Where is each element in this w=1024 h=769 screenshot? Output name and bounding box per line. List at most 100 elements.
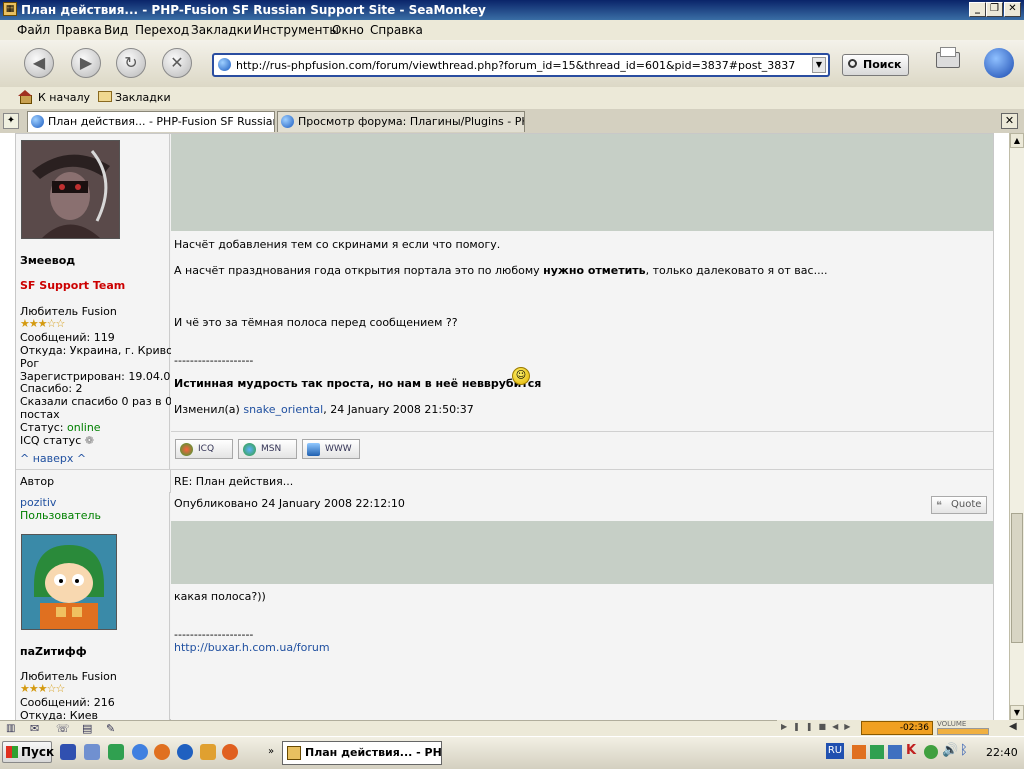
close-button[interactable]: ✕: [1004, 2, 1021, 17]
url-input[interactable]: [236, 56, 806, 74]
maximize-button[interactable]: ❐: [986, 2, 1003, 17]
bookmarks-link[interactable]: Закладки: [115, 91, 171, 104]
page-scrollbar[interactable]: ▲ ▼: [1009, 133, 1024, 720]
tray-k-icon[interactable]: K: [906, 743, 916, 758]
post1-location: Откуда: Украина, г. Кривой: [20, 344, 180, 357]
volume-slider[interactable]: [937, 728, 989, 735]
app-quicklaunch-icon[interactable]: [108, 744, 124, 760]
ie-quicklaunch-icon[interactable]: [132, 744, 148, 760]
edited-user-link[interactable]: snake_oriental: [243, 403, 323, 416]
post1-author-name[interactable]: Змеевод: [20, 254, 75, 267]
media-expand-icon[interactable]: ◀: [1009, 721, 1017, 732]
quote-button[interactable]: ❝ Quote: [931, 496, 987, 514]
media-quicklaunch-icon[interactable]: [222, 744, 238, 760]
scroll-down-button[interactable]: ▼: [1010, 705, 1024, 720]
post2-messages: Сообщений: 216: [20, 696, 115, 709]
menu-tools[interactable]: Инструменты: [253, 23, 339, 37]
arrow-left-icon: ◀: [32, 53, 46, 72]
menu-file[interactable]: Файл: [17, 23, 50, 37]
search-label: Поиск: [863, 58, 902, 71]
tray-media-icon[interactable]: [852, 745, 866, 759]
taskbar-item-browser[interactable]: План действия... - PH...: [282, 741, 442, 765]
msn-icon: [243, 443, 256, 456]
post2-author-name[interactable]: pozitiv: [20, 496, 56, 509]
post2-signature-separator: --------------------: [174, 628, 254, 641]
post2-text-line1: какая полоса?)): [174, 590, 266, 603]
tab-forum-plugins[interactable]: Просмотр форума: Плагины/Plugins - PHP-.…: [277, 111, 525, 132]
title-bar[interactable]: ▦ План действия... - PHP-Fusion SF Russi…: [0, 0, 1024, 20]
tab-active[interactable]: План действия... - PHP-Fusion SF Russian…: [27, 111, 275, 132]
save-quicklaunch-icon[interactable]: [60, 744, 76, 760]
post2-role: Пользователь: [20, 509, 102, 522]
windows-logo-icon: [6, 746, 18, 758]
msn-button[interactable]: MSN: [238, 439, 297, 459]
line2-post: , только далековато я от вас....: [645, 264, 828, 277]
tray-bluetooth-icon[interactable]: ᛒ: [960, 743, 968, 758]
icq-flower-icon: ❁: [84, 434, 94, 447]
edited-prefix: Изменил(а): [174, 403, 244, 416]
quicklaunch-expand-icon[interactable]: »: [268, 746, 274, 757]
home-link[interactable]: К началу: [38, 91, 90, 104]
quote-icon: ❝: [936, 499, 942, 512]
menu-edit[interactable]: Правка: [56, 23, 102, 37]
post1-text-line1: Насчёт добавления тем со скринами я если…: [174, 238, 501, 251]
scroll-up-button[interactable]: ▲: [1010, 133, 1024, 148]
app-icon: [287, 746, 301, 760]
forum-thread: Змеевод SF Support Team Любитель Fusion …: [15, 133, 994, 720]
tray-app-icon[interactable]: [870, 745, 884, 759]
seamonkey-throbber-icon[interactable]: [984, 48, 1014, 78]
language-indicator[interactable]: RU: [826, 743, 844, 759]
url-bar[interactable]: ▼: [212, 53, 830, 77]
new-tab-button[interactable]: ✦: [3, 113, 19, 129]
recycle-quicklaunch-icon[interactable]: [84, 744, 100, 760]
avatar-image: [22, 535, 116, 629]
seamonkey-quicklaunch-icon[interactable]: [177, 744, 193, 760]
page-content: Змеевод SF Support Team Любитель Fusion …: [0, 133, 1009, 720]
menu-help[interactable]: Справка: [370, 23, 423, 37]
minimize-button[interactable]: _: [969, 2, 986, 17]
post1-location-cont: Рог: [20, 357, 40, 370]
messenger-quicklaunch-icon[interactable]: [200, 744, 216, 760]
url-dropdown-button[interactable]: ▼: [812, 57, 826, 73]
post1-status: Статус: online: [20, 421, 101, 434]
menu-view[interactable]: Вид: [104, 23, 128, 37]
clock[interactable]: 22:40: [986, 746, 1018, 759]
tab-label: Просмотр форума: Плагины/Plugins - PHP-.…: [298, 115, 524, 128]
icq-button[interactable]: ICQ: [175, 439, 233, 459]
post2-dark-strip: [171, 521, 993, 584]
start-button[interactable]: Пуск: [2, 741, 54, 763]
menu-bookmarks[interactable]: Закладки: [191, 23, 252, 37]
mail-icon[interactable]: ✉: [30, 722, 39, 735]
tray-icq-icon[interactable]: [924, 745, 938, 759]
composer-icon[interactable]: ▤: [82, 722, 92, 735]
menu-window[interactable]: Окно: [332, 23, 364, 37]
print-button[interactable]: [932, 46, 962, 74]
scroll-thumb[interactable]: [1011, 513, 1023, 643]
author-column-label: Автор: [20, 475, 55, 488]
post2-signature-link[interactable]: http://buxar.h.com.ua/forum: [174, 641, 330, 654]
stop-button[interactable]: ✕: [162, 48, 192, 78]
line2-bold: нужно отметить: [543, 264, 646, 277]
arrow-right-icon: ▶: [79, 53, 93, 72]
search-icon: [848, 59, 857, 68]
search-button[interactable]: Поиск: [842, 54, 909, 76]
task-label: План действия... - PH...: [305, 746, 442, 759]
www-button[interactable]: WWW: [302, 439, 360, 459]
firefox-quicklaunch-icon[interactable]: [154, 744, 170, 760]
icq-icon: [180, 443, 193, 456]
post2-avatar: [21, 534, 117, 630]
post1-top-link[interactable]: ^ наверх ^: [20, 452, 86, 465]
smiley-icon: ☺: [512, 367, 530, 385]
media-controls-icon[interactable]: ▶❚❚■◀▶: [781, 722, 861, 734]
tray-volume-icon[interactable]: 🔊: [942, 743, 958, 758]
forward-button[interactable]: ▶: [71, 48, 101, 78]
tray-network-icon[interactable]: [888, 745, 902, 759]
navigator-icon[interactable]: ▥: [6, 723, 15, 734]
address-book-icon[interactable]: ✎: [106, 722, 115, 735]
personal-toolbar: К началу Закладки: [0, 87, 1024, 110]
back-button[interactable]: ◀: [24, 48, 54, 78]
close-tab-button[interactable]: ✕: [1001, 113, 1018, 129]
menu-go[interactable]: Переход: [135, 23, 189, 37]
reload-button[interactable]: ↻: [116, 48, 146, 78]
chat-icon[interactable]: ☏: [56, 722, 70, 735]
